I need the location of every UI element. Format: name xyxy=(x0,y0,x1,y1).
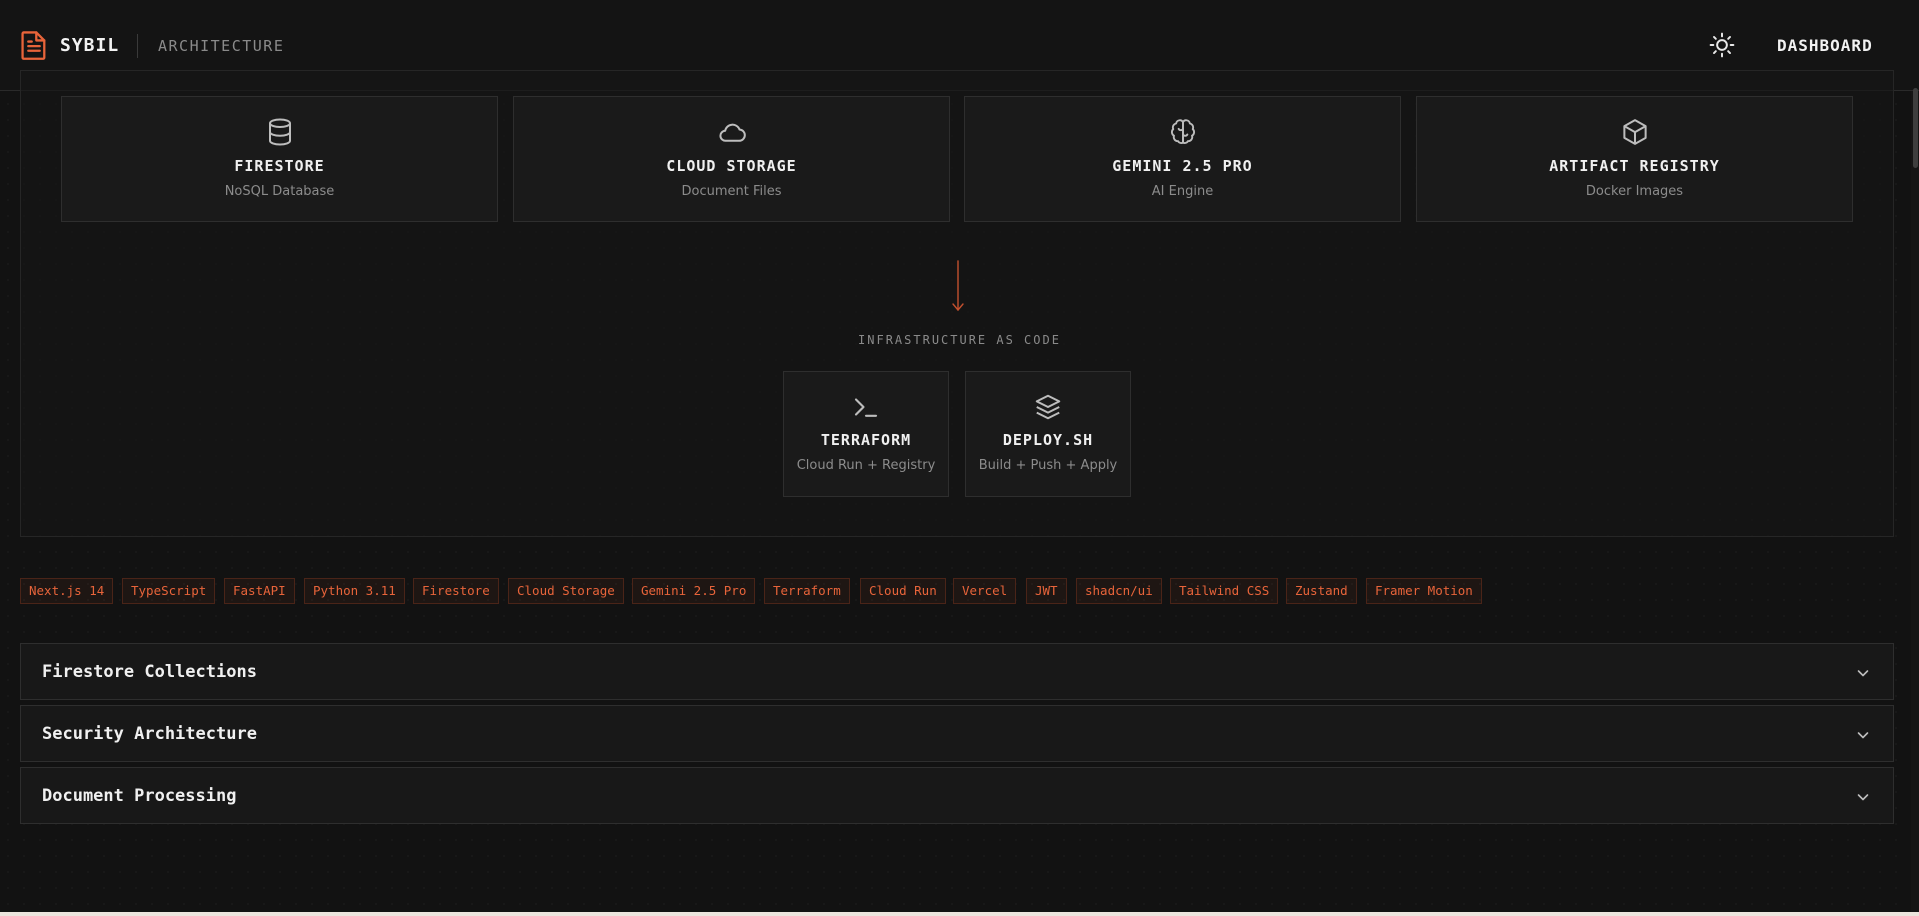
accordion-title: Firestore Collections xyxy=(42,662,257,682)
accordion-title: Document Processing xyxy=(42,786,237,806)
package-icon xyxy=(1622,119,1647,145)
service-card-artifact-registry: ARTIFACT REGISTRY Docker Images xyxy=(1416,96,1853,222)
tag-firestore: Firestore xyxy=(413,578,499,604)
iac-card-terraform: TERRAFORM Cloud Run + Registry xyxy=(783,371,949,497)
card-title: FIRESTORE xyxy=(234,157,325,175)
tag-terraform: Terraform xyxy=(764,578,850,604)
tag-python: Python 3.11 xyxy=(304,578,405,604)
tag-jwt: JWT xyxy=(1026,578,1067,604)
card-title: CLOUD STORAGE xyxy=(666,157,797,175)
layers-icon xyxy=(1035,394,1061,420)
page-section-label: ARCHITECTURE xyxy=(158,37,285,55)
iac-card-deploy: DEPLOY.SH Build + Push + Apply xyxy=(965,371,1131,497)
document-icon[interactable] xyxy=(20,29,48,61)
tag-gemini: Gemini 2.5 Pro xyxy=(632,578,756,604)
card-title: GEMINI 2.5 PRO xyxy=(1112,157,1253,175)
tag-fastapi: FastAPI xyxy=(224,578,295,604)
window-bottom-edge xyxy=(0,912,1919,916)
card-title: DEPLOY.SH xyxy=(1002,431,1094,449)
tag-shadcn: shadcn/ui xyxy=(1076,578,1162,604)
card-title: TERRAFORM xyxy=(820,431,912,449)
card-subtitle: Build + Push + Apply xyxy=(978,458,1118,473)
tag-framer-motion: Framer Motion xyxy=(1366,578,1482,604)
header-divider xyxy=(137,34,138,58)
card-subtitle: NoSQL Database xyxy=(224,184,335,199)
scrollbar-track[interactable] xyxy=(1911,91,1919,912)
card-subtitle: AI Engine xyxy=(1151,184,1214,199)
accordion-firestore-collections[interactable]: Firestore Collections xyxy=(20,643,1894,700)
chevron-down-icon xyxy=(1857,794,1869,801)
chevron-down-icon xyxy=(1857,732,1869,739)
arrow-down-icon xyxy=(952,260,964,312)
cloud-icon xyxy=(718,123,746,142)
tag-zustand: Zustand xyxy=(1286,578,1357,604)
brand-name[interactable]: SYBIL xyxy=(60,35,119,56)
scrollbar-thumb[interactable] xyxy=(1913,88,1918,168)
tag-typescript: TypeScript xyxy=(122,578,216,604)
database-icon xyxy=(268,118,291,146)
card-subtitle: Document Files xyxy=(681,184,782,199)
service-card-gemini: GEMINI 2.5 PRO AI Engine xyxy=(964,96,1401,222)
chevron-down-icon xyxy=(1857,670,1869,677)
tag-vercel: Vercel xyxy=(953,578,1017,604)
tag-nextjs: Next.js 14 xyxy=(20,578,114,604)
card-title: ARTIFACT REGISTRY xyxy=(1549,157,1720,175)
tag-cloud-storage: Cloud Storage xyxy=(508,578,624,604)
tech-stack-tags: Next.js 14 TypeScript FastAPI Python 3.1… xyxy=(20,578,1900,604)
card-subtitle: Docker Images xyxy=(1585,184,1684,199)
service-card-cloud-storage: CLOUD STORAGE Document Files xyxy=(513,96,950,222)
tag-tailwind: Tailwind CSS xyxy=(1170,578,1279,604)
tag-cloud-run: Cloud Run xyxy=(860,578,946,604)
accordion-security-architecture[interactable]: Security Architecture xyxy=(20,705,1894,762)
sun-icon[interactable] xyxy=(1709,32,1735,58)
iac-section-label: INFRASTRUCTURE AS CODE xyxy=(858,333,1061,347)
dashboard-button[interactable]: DASHBOARD xyxy=(1777,36,1873,55)
accordion-title: Security Architecture xyxy=(42,724,257,744)
accordion-document-processing[interactable]: Document Processing xyxy=(20,767,1894,824)
terminal-icon xyxy=(854,398,878,417)
brain-icon xyxy=(1170,119,1195,144)
card-subtitle: Cloud Run + Registry xyxy=(796,458,936,473)
service-card-firestore: FIRESTORE NoSQL Database xyxy=(61,96,498,222)
